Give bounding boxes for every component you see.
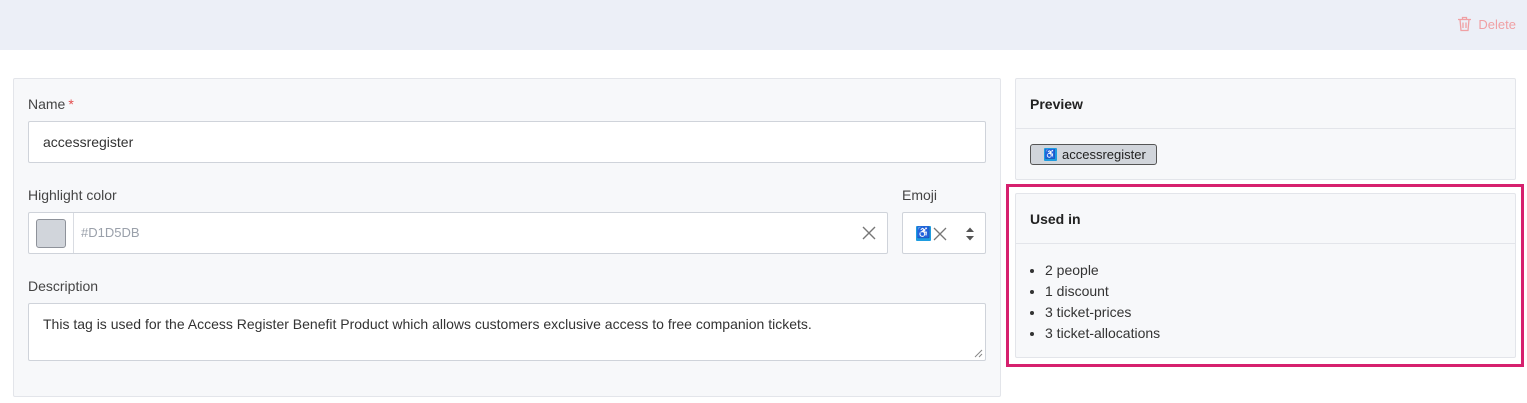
emoji-select[interactable]: ♿ xyxy=(902,212,986,254)
resize-handle-icon[interactable] xyxy=(974,349,983,358)
description-text: This tag is used for the Access Register… xyxy=(43,316,812,332)
name-input[interactable]: accessregister xyxy=(28,121,986,163)
list-item: 1 discount xyxy=(1045,281,1160,302)
description-textarea[interactable]: This tag is used for the Access Register… xyxy=(28,303,986,361)
used-in-list: 2 people 1 discount 3 ticket-prices 3 ti… xyxy=(1044,260,1160,344)
list-item: 3 ticket-allocations xyxy=(1045,323,1160,344)
list-item: 2 people xyxy=(1045,260,1160,281)
top-bar: Delete xyxy=(0,0,1527,50)
color-hex-value[interactable]: #D1D5DB xyxy=(81,213,140,253)
color-swatch-button[interactable] xyxy=(29,213,74,253)
required-marker: * xyxy=(68,96,74,112)
preview-title: Preview xyxy=(1016,79,1515,129)
tag-form-card: Name * accessregister Highlight color #D1… xyxy=(13,78,1001,397)
preview-card: Preview ♿ accessregister xyxy=(1015,78,1516,180)
wheelchair-icon: ♿ xyxy=(916,226,931,241)
list-item: 3 ticket-prices xyxy=(1045,302,1160,323)
delete-button[interactable]: Delete xyxy=(1457,16,1516,32)
color-swatch xyxy=(36,218,66,248)
delete-label: Delete xyxy=(1478,16,1516,32)
tag-preview-label: accessregister xyxy=(1062,147,1146,162)
clear-emoji-icon[interactable] xyxy=(933,227,947,241)
used-in-title: Used in xyxy=(1016,194,1515,244)
highlight-color-input[interactable]: #D1D5DB xyxy=(28,212,888,254)
trash-icon xyxy=(1458,16,1472,32)
highlight-color-label: Highlight color xyxy=(28,187,117,203)
wheelchair-icon: ♿ xyxy=(1044,148,1057,161)
used-in-card: Used in 2 people 1 discount 3 ticket-pri… xyxy=(1015,193,1516,358)
select-arrows-icon xyxy=(966,227,974,241)
emoji-label: Emoji xyxy=(902,187,938,203)
tag-preview-chip: ♿ accessregister xyxy=(1030,144,1157,165)
clear-icon[interactable] xyxy=(861,225,877,241)
name-label: Name * xyxy=(28,96,74,112)
description-label: Description xyxy=(28,278,99,294)
